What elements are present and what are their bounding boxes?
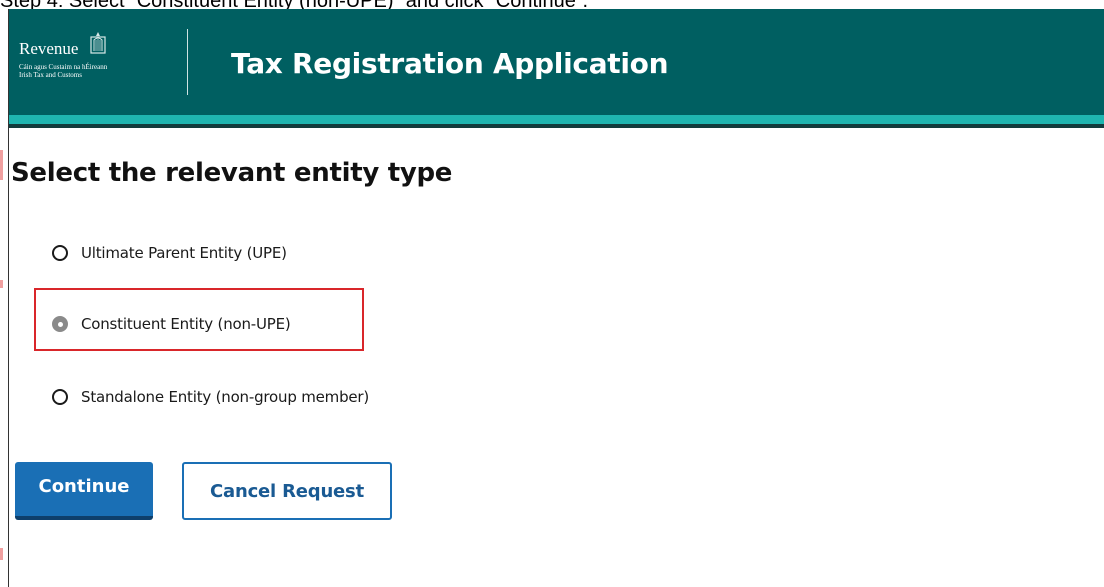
logo-subtitle-english: Irish Tax and Customs	[19, 71, 82, 79]
header-divider	[187, 29, 188, 95]
page-title: Select the relevant entity type	[11, 158, 453, 188]
radio-option-upe[interactable]: Ultimate Parent Entity (UPE)	[52, 240, 287, 266]
radio-button-unselected[interactable]	[52, 245, 68, 261]
edge-decoration	[0, 548, 3, 560]
revenue-logo[interactable]: Revenue Cáin agus Custaim na hÉireann Ir…	[19, 31, 159, 91]
cancel-request-button[interactable]: Cancel Request	[182, 462, 392, 520]
edge-decoration	[0, 150, 3, 180]
radio-button-unselected[interactable]	[52, 389, 68, 405]
app-header: Revenue Cáin agus Custaim na hÉireann Ir…	[9, 9, 1104, 115]
harp-icon	[90, 32, 106, 54]
radio-option-standalone[interactable]: Standalone Entity (non-group member)	[52, 384, 369, 410]
logo-subtitle-irish: Cáin agus Custaim na hÉireann	[19, 63, 108, 71]
radio-label-standalone: Standalone Entity (non-group member)	[81, 388, 370, 406]
app-title: Tax Registration Application	[231, 47, 669, 80]
logo-wordmark: Revenue	[19, 39, 79, 58]
header-bottom-border	[9, 124, 1104, 128]
radio-label-upe: Ultimate Parent Entity (UPE)	[81, 244, 287, 262]
logo-subtitle: Cáin agus Custaim na hÉireann Irish Tax …	[19, 63, 107, 79]
continue-button[interactable]: Continue	[15, 462, 153, 520]
highlight-annotation-box	[34, 288, 364, 351]
edge-decoration	[0, 280, 3, 288]
header-accent-stripe	[9, 115, 1104, 124]
